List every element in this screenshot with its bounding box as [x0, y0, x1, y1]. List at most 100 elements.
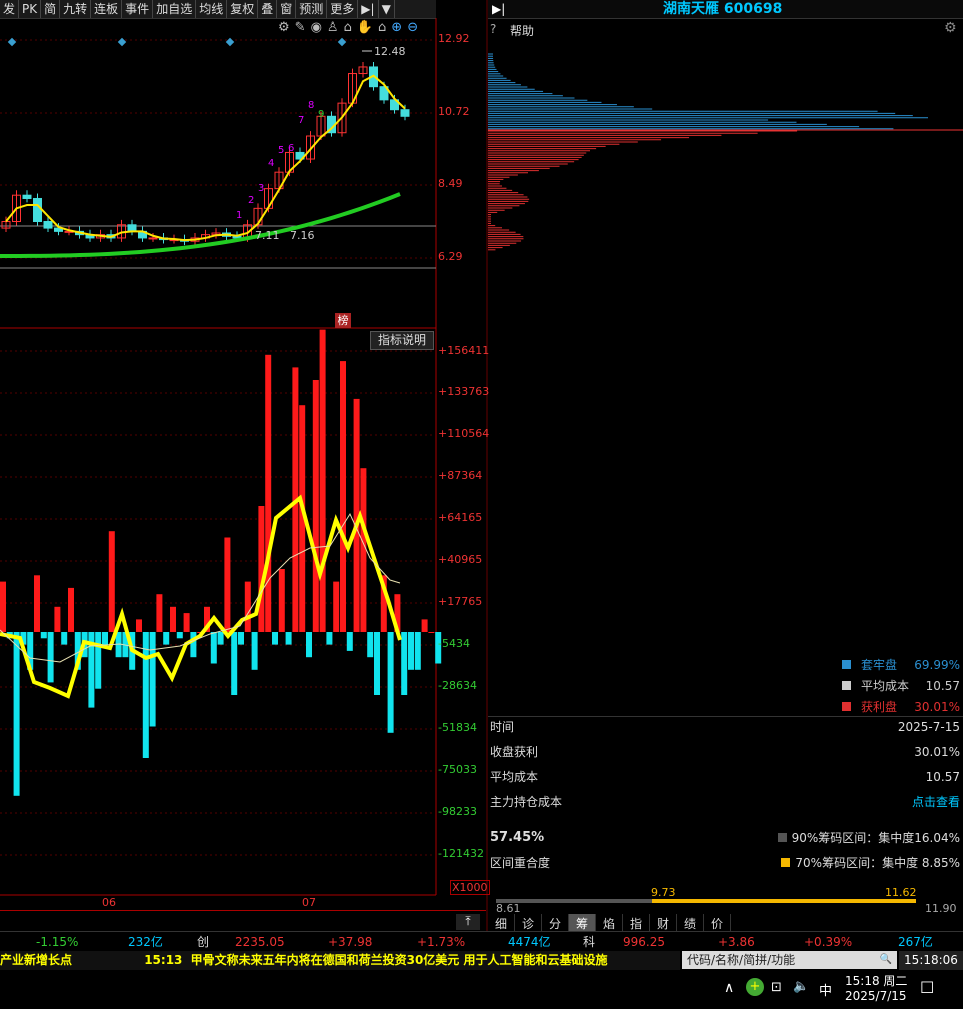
volume-bar: [258, 506, 265, 632]
info-row-profit: 收盘获利 30.01%: [490, 741, 960, 763]
help-label[interactable]: 帮助: [510, 22, 534, 39]
legend-label: 套牢盘: [861, 658, 898, 672]
nine-turn-label: 5: [278, 145, 284, 156]
legend-profit: 获利盘 30.01%: [842, 697, 960, 718]
volume-icon[interactable]: 🔈: [793, 979, 809, 994]
volume-bar: [163, 632, 170, 645]
range-mid: 9.73: [651, 886, 676, 899]
volume-bar: [217, 632, 224, 645]
range70-bar: [652, 899, 916, 903]
ime-indicator[interactable]: 中: [819, 980, 832, 999]
index-status-bar: -1.15% 232亿 创 2235.05 +37.98 +1.73% 4474…: [0, 931, 963, 952]
price-axis-label: 10.72: [438, 105, 470, 118]
range70-label: 70%筹码区间：集中度 8.85%: [795, 856, 960, 870]
volume-bar: [231, 632, 238, 695]
candle-body: [22, 194, 32, 199]
toolbar-btn-add-watch[interactable]: 加自选: [153, 0, 197, 18]
volume-bar: [421, 619, 428, 632]
info-label: 主力持仓成本: [490, 795, 563, 809]
toolbar-btn-fa[interactable]: 发: [0, 0, 20, 18]
volume-bar: [367, 632, 374, 658]
kline-chart[interactable]: 123 45 6 789 12.48 7.11 7.16: [0, 18, 486, 913]
time-axis-line: [0, 910, 486, 911]
news-ticker[interactable]: 产业新增长点 15:13 甲骨文称未来五年内将在德国和荷兰投资30亿美元 用于人…: [0, 951, 680, 970]
network-icon[interactable]: ⊡: [771, 980, 782, 995]
overlap-pct-row: 57.45% 90%筹码区间：集中度16.04%: [490, 827, 960, 849]
toolbar-btn-forecast[interactable]: 预测: [296, 0, 328, 18]
help-icon[interactable]: ?: [490, 22, 496, 36]
volume-bar: [190, 632, 197, 658]
dropdown-icon[interactable]: ▼: [379, 0, 395, 18]
legend-trapped: 套牢盘 69.99%: [842, 655, 960, 676]
volume-bar: [238, 632, 244, 645]
zoom-out-icon[interactable]: ⊖: [407, 20, 423, 35]
taskbar-time[interactable]: 15:18 周二: [845, 972, 907, 989]
volume-bar: [54, 606, 61, 632]
bag-icon[interactable]: ⌂: [344, 20, 357, 35]
volume-bar: [149, 632, 156, 727]
volume-axis-label: -28634: [438, 679, 477, 692]
toolbar-btn-window[interactable]: 窗: [277, 0, 297, 18]
index3-name[interactable]: 科: [583, 932, 595, 952]
volume-bar: [360, 468, 367, 632]
range-high: 11.62: [885, 886, 917, 899]
volume-bar: [13, 632, 20, 796]
volume-bar: [210, 632, 217, 664]
index1-amount: 232亿: [128, 935, 163, 949]
indicator-explain-button[interactable]: 指标说明: [370, 331, 434, 350]
index3-value: 996.25: [623, 935, 665, 949]
zoom-in-icon[interactable]: ⊕: [391, 20, 407, 35]
collapse-icon[interactable]: ▶|: [492, 0, 505, 18]
volume-bar: [408, 632, 414, 670]
volume-gridlines: [0, 350, 436, 856]
chip-bars: [488, 53, 928, 251]
toolbar-btn-shijian[interactable]: 事件: [122, 0, 154, 18]
expand-icon[interactable]: ▶|: [358, 0, 379, 18]
toolbar-btn-pk[interactable]: PK: [19, 0, 42, 18]
clock: 15:18:06: [899, 951, 963, 970]
hand-icon[interactable]: ✋: [357, 20, 378, 35]
main-cost-link[interactable]: 点击查看: [912, 791, 960, 813]
home-icon[interactable]: ⌂: [378, 20, 391, 35]
info-value: 10.57: [925, 770, 960, 784]
search-box[interactable]: 代码/名称/简拼/功能 🔍: [682, 951, 897, 969]
volume-axis-label: +17765: [438, 595, 483, 608]
taskbar-date[interactable]: 2025/7/15: [845, 989, 907, 1003]
toolbar-btn-lianban[interactable]: 连板: [91, 0, 123, 18]
gear-icon[interactable]: ⚙: [944, 20, 957, 36]
chevron-up-icon[interactable]: ∧: [724, 980, 734, 996]
nine-turn-label: 2: [248, 195, 254, 206]
volume-bar: [251, 632, 258, 670]
volume-axis-label: +133763: [438, 385, 490, 398]
volume-bar: [272, 632, 278, 645]
toolbar-btn-die[interactable]: 叠: [258, 0, 278, 18]
month-label: 06: [102, 896, 116, 909]
volume-axis-label: +110564: [438, 427, 490, 440]
info-row-avgcost: 平均成本 10.57: [490, 766, 960, 788]
scroll-top-icon[interactable]: ⤒: [456, 914, 480, 930]
lock-icon[interactable]: ♙: [327, 20, 344, 35]
volume-bar: [340, 361, 346, 632]
notification-icon[interactable]: ☐: [920, 978, 934, 997]
ranking-badge[interactable]: 榜: [335, 313, 351, 328]
app-tray-icon[interactable]: +: [746, 978, 764, 996]
search-input[interactable]: 代码/名称/简拼/功能: [687, 953, 795, 967]
legend-avgcost: 平均成本 10.57: [842, 676, 960, 697]
volume-bar: [136, 619, 142, 632]
toolbar-btn-jian[interactable]: 简: [41, 0, 61, 18]
gear-icon[interactable]: ⚙: [278, 20, 295, 35]
index2-name[interactable]: 创: [197, 932, 209, 952]
toolbar-btn-fuquan[interactable]: 复权: [227, 0, 259, 18]
nine-turn-label: 4: [268, 158, 274, 169]
toolbar-btn-more[interactable]: 更多: [327, 0, 359, 18]
search-icon[interactable]: 🔍: [880, 951, 892, 969]
nine-turn-label: 8: [308, 100, 314, 111]
toolbar-btn-ma[interactable]: 均线: [196, 0, 228, 18]
candle-body: [43, 221, 53, 229]
pen-icon[interactable]: ✎: [295, 20, 311, 35]
volume-bar: [183, 613, 190, 632]
eye-icon[interactable]: ◉: [311, 20, 327, 35]
toolbar-btn-jiuzhuan[interactable]: 九转: [60, 0, 92, 18]
nine-turn-labels: 123 45 6 789: [236, 100, 324, 221]
volume-bar: [319, 329, 326, 632]
